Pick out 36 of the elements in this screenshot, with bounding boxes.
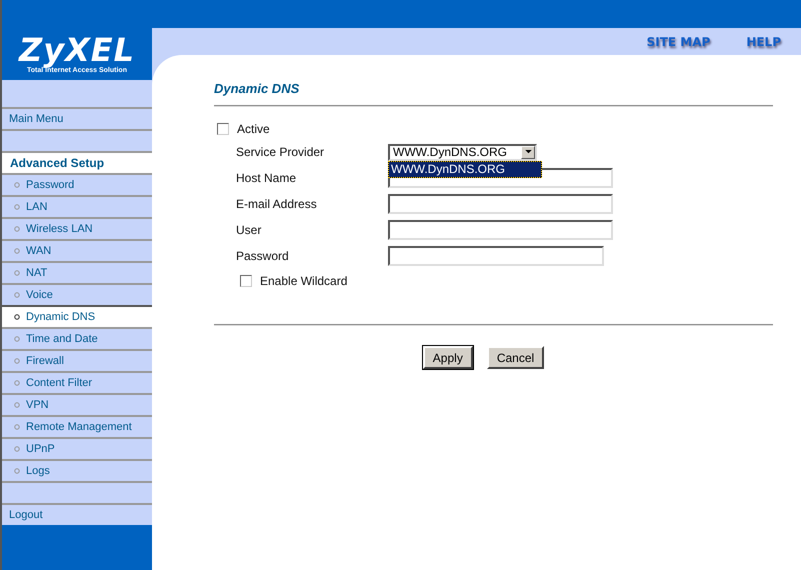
dropdown-option[interactable]: WWW.DynDNS.ORG bbox=[389, 162, 541, 176]
radio-dot-icon bbox=[14, 336, 20, 342]
radio-dot-icon bbox=[14, 314, 20, 320]
field-label: E-mail Address bbox=[235, 197, 318, 211]
radio-dot-icon bbox=[14, 248, 20, 254]
wildcard-label: Enable Wildcard bbox=[260, 274, 348, 288]
radio-dot-icon bbox=[14, 424, 20, 430]
radio-dot-icon bbox=[14, 292, 20, 298]
provider-dropdown[interactable]: WWW.DynDNS.ORG bbox=[388, 144, 537, 160]
radio-dot-icon bbox=[14, 358, 20, 364]
field-label: Service Provider bbox=[235, 145, 326, 159]
text-field[interactable] bbox=[388, 194, 613, 214]
radio-dot-icon bbox=[14, 446, 20, 452]
password-field[interactable] bbox=[388, 246, 604, 266]
form-button[interactable]: Apply bbox=[422, 346, 473, 369]
header-link[interactable]: SITE MAP bbox=[646, 34, 710, 48]
radio-dot-icon bbox=[14, 226, 20, 232]
text-field[interactable] bbox=[388, 220, 613, 240]
page-title: Dynamic DNS bbox=[214, 81, 300, 97]
radio-dot-icon bbox=[14, 182, 20, 188]
radio-dot-icon bbox=[14, 204, 20, 210]
brand-logo: ZyXEL bbox=[19, 33, 135, 67]
form-button[interactable]: Cancel bbox=[486, 346, 544, 369]
header-link[interactable]: HELP bbox=[746, 34, 781, 48]
radio-dot-icon bbox=[14, 402, 20, 408]
field-label: Password bbox=[235, 249, 290, 263]
radio-dot-icon bbox=[14, 468, 20, 474]
field-label: Host Name bbox=[235, 171, 298, 185]
section-heading: Advanced Setup bbox=[2, 151, 152, 173]
radio-dot-icon bbox=[14, 270, 20, 276]
field-label: User bbox=[235, 223, 262, 237]
checkbox[interactable] bbox=[240, 275, 252, 287]
sidebar-item[interactable]: Dynamic DNS bbox=[2, 305, 152, 327]
checkbox[interactable] bbox=[217, 123, 229, 135]
radio-dot-icon bbox=[14, 380, 20, 386]
active-label: Active bbox=[237, 122, 270, 136]
